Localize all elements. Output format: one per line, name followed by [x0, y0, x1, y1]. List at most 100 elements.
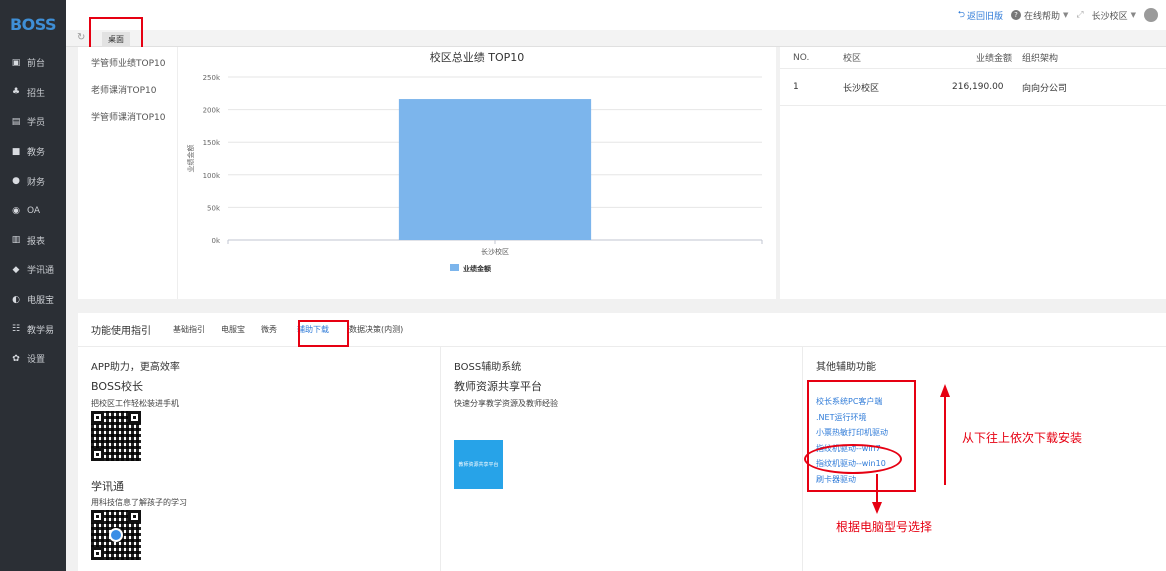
fullscreen-icon[interactable]: ⤢	[1076, 10, 1083, 20]
table-row[interactable]: 1 长沙校区 216,190.00 向向分公司	[780, 69, 1166, 106]
y-tick-label: 150k	[203, 139, 221, 147]
teacher-platform-desc: 快速分享教学资源及教师经验	[454, 399, 558, 408]
col-header-org: 组织架构	[1022, 54, 1059, 64]
y-tick-label: 50k	[207, 204, 221, 212]
sidebar-item-label: 电服宝	[27, 296, 55, 307]
sidebar-item-label: 报表	[27, 236, 46, 247]
sidebar-item-academic[interactable]: ■ 教务	[0, 137, 66, 167]
teach-icon: ☷	[11, 324, 21, 335]
download-link-pc-client[interactable]: 校长系统PC客户端	[816, 394, 888, 410]
y-tick-label: 250k	[203, 74, 221, 82]
col-header-campus: 校区	[843, 54, 862, 64]
sidebar-item-label: 前台	[27, 59, 46, 70]
sidebar-item-jiaoxueyi[interactable]: ☷ 教学易	[0, 314, 66, 344]
calendar-icon: ▣	[11, 57, 21, 68]
sidebar-item-dianfubao[interactable]: ◐ 电服宝	[0, 285, 66, 315]
app-column-title: APP助力，更高效率	[91, 362, 180, 373]
sidebar-item-label: 教学易	[27, 325, 55, 336]
download-link-printer-driver[interactable]: 小票热敏打印机驱动	[816, 425, 888, 441]
row-campus: 长沙校区	[843, 83, 880, 94]
app-column: APP助力，更高效率 BOSS校长 把校区工作轻松装进手机 学讯通 用科技信息了…	[78, 347, 441, 571]
online-help-button[interactable]: ? 在线帮助 ▼	[1010, 9, 1069, 22]
gear-icon: ✿	[12, 353, 20, 364]
undo-icon: ⮌	[957, 10, 965, 20]
sidebar-item-xuexuntong[interactable]: ◆ 学讯通	[0, 255, 66, 285]
refresh-icon[interactable]: ↻	[77, 32, 85, 43]
col-header-amount: 业绩金额	[976, 54, 1013, 64]
col-header-no: NO.	[793, 52, 810, 63]
sidebar-item-label: 招生	[27, 88, 46, 99]
campus-label: 长沙校区	[1091, 11, 1128, 22]
legend-label: 业绩金额	[463, 264, 491, 273]
app-xuexuntong-desc: 用科技信息了解孩子的学习	[91, 498, 187, 507]
logo[interactable]: BOSS	[0, 0, 66, 48]
top-header: ⮌ 返回旧版 ? 在线帮助 ▼ ⤢ 长沙校区 ▼	[66, 0, 1166, 30]
sidebar-item-label: 设置	[27, 355, 46, 366]
boss-aux-title: BOSS辅助系统	[454, 362, 522, 373]
sidebar-item-label: 学员	[27, 118, 46, 129]
tab-basic-guide[interactable]: 基础指引	[165, 324, 213, 335]
chevron-down-icon: ▼	[1063, 11, 1069, 19]
boss-qr-code	[91, 411, 141, 461]
tab-aux-download[interactable]: 辅助下载	[289, 324, 337, 335]
sidebar: BOSS ▣ 前台 ♣ 招生 ▤ 学员 ■ 教务 ● 财务 ◉ OA ▥ 报表 ◆ 学讯通 ◐ 电…	[0, 0, 66, 571]
app-boss-name: BOSS校长	[91, 380, 143, 393]
ranking-link[interactable]: 学管师业绩TOP10	[78, 51, 177, 78]
chevron-down-icon: ▼	[1130, 11, 1136, 19]
help-label: 在线帮助	[1023, 11, 1060, 22]
logo-text: BOSS	[9, 14, 57, 34]
chat-icon: ◉	[12, 205, 20, 216]
back-old-version-link[interactable]: ⮌ 返回旧版	[958, 7, 1003, 23]
users-icon: ♣	[11, 87, 21, 98]
teacher-platform-image[interactable]: 教师资源共享平台	[454, 440, 503, 489]
sidebar-item-finance[interactable]: ● 财务	[0, 166, 66, 196]
ranking-table: NO. 校区 业绩金额 组织架构 1 长沙校区 216,190.00 向向分公司	[780, 47, 1166, 299]
sidebar-item-reports[interactable]: ▥ 报表	[0, 226, 66, 256]
guide-title: 功能使用指引	[91, 326, 151, 337]
book-icon: ■	[11, 146, 21, 157]
row-no: 1	[793, 82, 799, 92]
row-org: 向向分公司	[1022, 83, 1068, 94]
ranking-link[interactable]: 学管师课消TOP10	[78, 105, 177, 132]
boss-aux-column: BOSS辅助系统 教师资源共享平台 快速分享教学资源及教师经验 教师资源共享平台	[441, 347, 803, 571]
teacher-platform-name: 教师资源共享平台	[454, 380, 542, 393]
app-root: BOSS ▣ 前台 ♣ 招生 ▤ 学员 ■ 教务 ● 财务 ◉ OA ▥ 报表 ◆ 学讯通 ◐ 电…	[0, 0, 1166, 571]
download-link-dotnet[interactable]: .NET运行环境	[816, 410, 888, 426]
xuexuntong-qr-code	[91, 510, 141, 560]
y-tick-label: 0k	[211, 237, 220, 245]
annotation-select-model: 根据电脑型号选择	[836, 520, 933, 534]
tab-dianfubao[interactable]: 电服宝	[213, 324, 253, 335]
sidebar-item-label: OA	[27, 205, 41, 216]
y-tick-label: 100k	[203, 172, 221, 180]
campus-selector[interactable]: 长沙校区 ▼	[1092, 9, 1136, 22]
legend-swatch	[450, 264, 459, 271]
y-axis-label: 业绩金额	[186, 145, 195, 173]
header-actions: ⮌ 返回旧版 ? 在线帮助 ▼ ⤢ 长沙校区 ▼	[958, 0, 1158, 30]
ranking-links: 学管师业绩TOP10 老师课消TOP10 学管师课消TOP10	[78, 47, 178, 299]
sidebar-item-label: 财务	[27, 177, 46, 188]
sidebar-item-students[interactable]: ▤ 学员	[0, 107, 66, 137]
location-icon: ◆	[12, 264, 20, 275]
money-icon: ●	[12, 176, 20, 187]
app-boss-desc: 把校区工作轻松装进手机	[91, 399, 179, 408]
sidebar-item-frontdesk[interactable]: ▣ 前台	[0, 48, 66, 78]
phone-icon: ◐	[12, 294, 20, 305]
ranking-link[interactable]: 老师课消TOP10	[78, 78, 177, 105]
tab-weixiu[interactable]: 微秀	[253, 324, 285, 335]
other-aux-title: 其他辅助功能	[816, 362, 876, 373]
x-tick-label: 长沙校区	[481, 247, 509, 256]
sidebar-item-enroll[interactable]: ♣ 招生	[0, 78, 66, 108]
row-amount: 216,190.00	[952, 82, 1004, 92]
sidebar-item-settings[interactable]: ✿ 设置	[0, 344, 66, 374]
chart-area: 校区总业绩 TOP10 0k 50k 100k 150k 200k 250k 业绩金额 长沙校…	[178, 47, 776, 299]
help-icon: ?	[1010, 10, 1021, 20]
bar-chart-icon: ▥	[11, 235, 21, 246]
tab-desktop[interactable]: 桌面	[102, 32, 130, 47]
avatar[interactable]	[1144, 8, 1158, 22]
id-card-icon: ▤	[11, 116, 21, 127]
sidebar-item-oa[interactable]: ◉ OA	[0, 196, 66, 226]
bar	[398, 99, 592, 240]
tab-data-decision[interactable]: 数据决策(内测)	[341, 324, 411, 335]
performance-panel: 学管师业绩TOP10 老师课消TOP10 学管师课消TOP10 校区总业绩 TO…	[78, 47, 776, 299]
table-header: NO. 校区 业绩金额 组织架构	[780, 47, 1166, 69]
